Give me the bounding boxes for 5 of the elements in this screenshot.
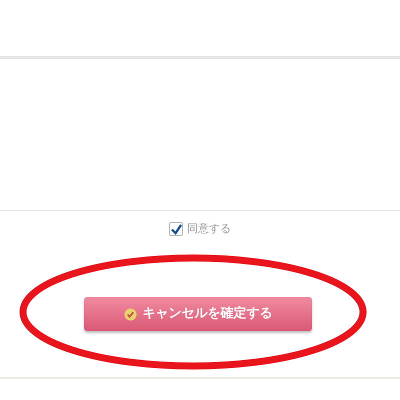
agree-label: 同意する: [187, 220, 231, 237]
confirm-cancel-button[interactable]: キャンセルを確定する: [84, 297, 312, 331]
agree-checkbox[interactable]: [169, 222, 183, 236]
check-circle-icon: [124, 308, 136, 320]
check-icon: [170, 224, 182, 234]
